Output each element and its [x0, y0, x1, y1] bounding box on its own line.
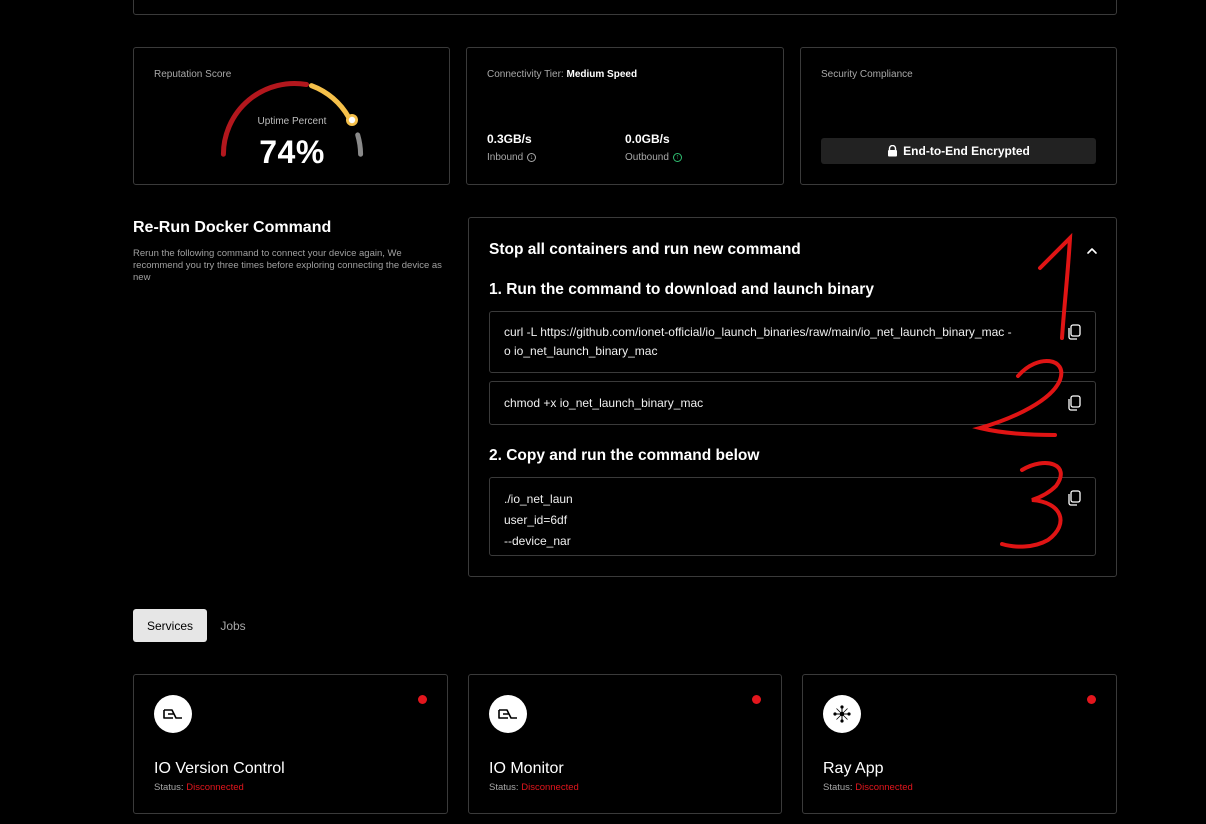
connectivity-tier-value: Medium Speed	[566, 69, 638, 80]
uptime-percent-value: 74%	[259, 134, 325, 170]
inbound-label: Inbound	[487, 152, 524, 163]
service-card-ray-app[interactable]: Ray App Status: Disconnected	[802, 674, 1117, 814]
outbound-arrow-icon: ↑	[672, 153, 682, 162]
service-card-io-version-control[interactable]: IO Version Control Status: Disconnected	[133, 674, 448, 814]
service-status: Status: Disconnected	[154, 782, 244, 793]
status-value: Disconnected	[186, 782, 244, 793]
rerun-description: Rerun the following command to connect y…	[133, 248, 442, 283]
security-card: Security Compliance End-to-End Encrypted	[800, 47, 1117, 185]
service-name: IO Monitor	[489, 760, 564, 777]
cmd2-text: chmod +x io_net_launch_binary_mac	[504, 396, 704, 410]
cmd1-line2: o io_net_launch_binary_mac	[504, 344, 658, 358]
copy-icon[interactable]	[1065, 323, 1083, 341]
encryption-badge: End-to-End Encrypted	[821, 138, 1096, 164]
status-value: Disconnected	[855, 782, 913, 793]
connectivity-tier-label: Connectivity Tier:	[487, 69, 564, 80]
outbound-label-row: Outbound ↑	[625, 152, 682, 163]
tab-services[interactable]: Services	[133, 609, 207, 642]
outbound-label: Outbound	[625, 152, 669, 163]
service-card-io-monitor[interactable]: IO Monitor Status: Disconnected	[468, 674, 782, 814]
tab-jobs[interactable]: Jobs	[210, 609, 256, 642]
io-logo-icon	[154, 695, 192, 733]
commands-header: Stop all containers and run new command	[489, 241, 801, 258]
service-status: Status: Disconnected	[489, 782, 579, 793]
step1-title: 1. Run the command to download and launc…	[489, 281, 874, 298]
connectivity-card: Connectivity Tier: Medium Speed 0.3GB/s …	[466, 47, 784, 185]
status-dot	[1087, 695, 1096, 704]
status-value: Disconnected	[521, 782, 579, 793]
commands-panel: Stop all containers and run new command …	[468, 217, 1117, 577]
gauge-label: Uptime Percent	[257, 116, 327, 127]
status-dot	[752, 695, 761, 704]
outbound-value: 0.0GB/s	[625, 132, 670, 146]
command-box-download: curl -L https://github.com/ionet-officia…	[489, 311, 1096, 373]
copy-icon[interactable]	[1065, 489, 1083, 507]
reputation-card: Reputation Score Uptime Percent 74%	[133, 47, 450, 185]
command-box-chmod: chmod +x io_net_launch_binary_mac	[489, 381, 1096, 425]
top-partial-card	[133, 0, 1117, 15]
redaction-block	[580, 479, 1080, 555]
status-dot	[418, 695, 427, 704]
service-name: IO Version Control	[154, 760, 285, 777]
security-label: Security Compliance	[821, 69, 913, 80]
encryption-badge-label: End-to-End Encrypted	[903, 144, 1030, 158]
command-box-run: ./io_net_laun user_id=6df --device_nar	[489, 477, 1096, 556]
step2-title: 2. Copy and run the command below	[489, 447, 760, 464]
connectivity-label: Connectivity Tier: Medium Speed	[487, 69, 637, 80]
cmd1-line1: curl -L https://github.com/ionet-officia…	[504, 325, 1012, 339]
uptime-gauge: Uptime Percent 74%	[217, 78, 367, 178]
rerun-title: Re-Run Docker Command	[133, 219, 332, 236]
io-logo-icon	[489, 695, 527, 733]
ray-network-icon	[823, 695, 861, 733]
copy-icon[interactable]	[1065, 394, 1083, 412]
lock-icon	[888, 145, 898, 157]
service-status: Status: Disconnected	[823, 782, 913, 793]
inbound-label-row: Inbound ↓	[487, 152, 537, 163]
chevron-up-icon[interactable]	[1086, 247, 1098, 255]
service-name: Ray App	[823, 760, 884, 777]
inbound-arrow-icon: ↓	[527, 153, 537, 162]
inbound-value: 0.3GB/s	[487, 132, 532, 146]
